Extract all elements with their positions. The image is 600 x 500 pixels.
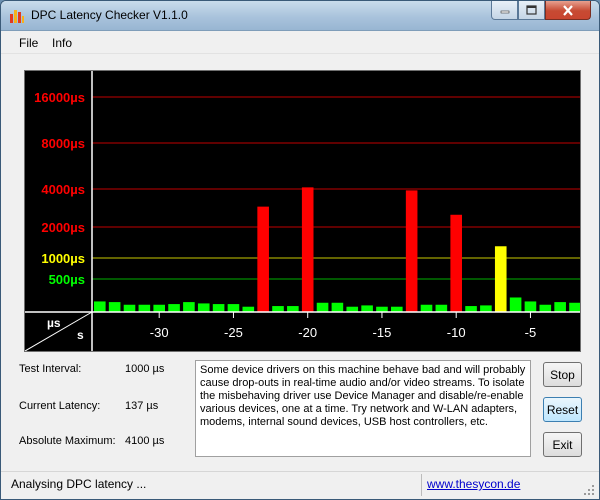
test-interval-label: Test Interval: [19, 363, 82, 375]
latency-bar [524, 301, 537, 312]
latency-bar [420, 304, 433, 312]
status-text: Analysing DPC latency ... [11, 477, 147, 491]
latency-chart: 16000µs 8000µs 4000µs 2000µs 1000µs 500µs µs s -… [24, 70, 581, 352]
menu-info[interactable]: Info [52, 36, 72, 50]
stop-button[interactable]: Stop [543, 362, 582, 387]
latency-bar [183, 302, 195, 312]
test-interval-value: 1000 µs [125, 363, 165, 375]
absolute-maximum-value: 4100 µs [125, 435, 165, 447]
latency-bar [272, 306, 284, 312]
axis-unit-s: s [77, 328, 84, 342]
latency-bar [569, 302, 580, 312]
maximize-icon [526, 5, 537, 15]
latency-bar [361, 305, 373, 312]
x-tick-label: -20 [298, 325, 317, 340]
latency-bar [287, 306, 299, 312]
current-latency-label: Current Latency: [19, 400, 101, 412]
exit-button[interactable]: Exit [543, 432, 582, 457]
reset-button[interactable]: Reset [543, 397, 582, 422]
latency-bar [212, 304, 225, 312]
latency-bar [227, 304, 240, 312]
x-tick-label: -15 [373, 325, 392, 340]
minimize-button[interactable] [491, 1, 518, 20]
website-link[interactable]: www.thesycon.de [427, 477, 520, 491]
close-icon [563, 4, 573, 16]
latency-bar [509, 297, 522, 312]
absolute-maximum-label: Absolute Maximum: [19, 435, 116, 447]
latency-bar [94, 301, 106, 312]
latency-bar [331, 302, 344, 312]
x-tick-label: -10 [447, 325, 466, 340]
latency-bar [391, 306, 403, 312]
resize-grip-icon[interactable] [583, 484, 595, 496]
latency-bar [480, 305, 492, 312]
y-axis-label: 4000µs [41, 182, 85, 197]
latency-chart-svg: 16000µs 8000µs 4000µs 2000µs 1000µs 500µs µs s -… [25, 71, 580, 351]
window-title: DPC Latency Checker V1.1.0 [31, 8, 188, 22]
menu-bar: File Info [1, 32, 599, 54]
status-bar: Analysing DPC latency ... www.thesycon.d… [1, 471, 599, 499]
latency-bar [450, 214, 462, 312]
latency-bar [242, 306, 255, 312]
latency-bar [138, 304, 151, 312]
latency-bar [108, 302, 121, 312]
latency-bar [539, 304, 552, 312]
latency-bar [257, 206, 269, 312]
minimize-icon [500, 10, 509, 14]
y-axis-label: 500µs [49, 272, 85, 287]
latency-bar [465, 306, 477, 312]
latency-bar [168, 304, 180, 312]
title-bar[interactable]: DPC Latency Checker V1.1.0 [1, 1, 599, 31]
latency-bar [376, 306, 388, 312]
latency-bar [316, 302, 329, 312]
app-window: DPC Latency Checker V1.1.0 File Info 160… [0, 0, 600, 500]
message-textbox[interactable]: Some device drivers on this machine beha… [195, 360, 531, 457]
close-button[interactable] [545, 1, 591, 20]
x-tick-label: -5 [525, 325, 537, 340]
latency-bar [494, 246, 507, 312]
y-axis-label: 8000µs [41, 136, 85, 151]
latency-bar [554, 302, 566, 312]
latency-bar [405, 190, 418, 312]
axis-unit-us: µs [47, 316, 61, 330]
latency-bar [346, 306, 359, 312]
y-axis-label: 1000µs [41, 251, 85, 266]
latency-bar [153, 304, 165, 312]
app-icon [10, 10, 24, 23]
latency-bar [301, 187, 314, 312]
latency-bar [197, 303, 210, 312]
status-divider [421, 474, 422, 496]
x-tick-label: -30 [150, 325, 169, 340]
x-tick-label: -25 [224, 325, 243, 340]
latency-bar [123, 304, 136, 312]
y-axis-label: 16000µs [34, 90, 85, 105]
maximize-button[interactable] [518, 1, 545, 20]
current-latency-value: 137 µs [125, 400, 159, 412]
menu-file[interactable]: File [19, 36, 38, 50]
y-axis-label: 2000µs [41, 220, 85, 235]
latency-bar [435, 304, 448, 312]
